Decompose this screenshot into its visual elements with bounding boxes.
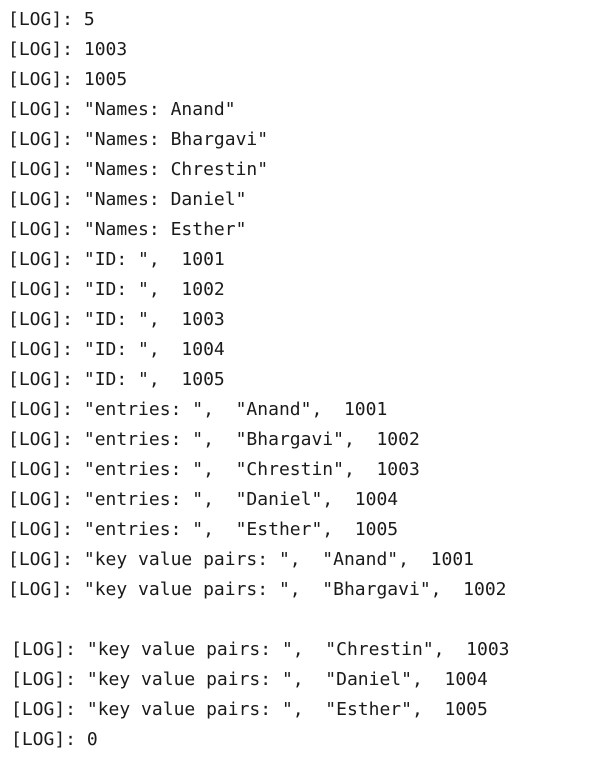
log-message: "entries: ", "Bhargavi", 1002 — [83, 429, 420, 450]
log-prefix: [LOG]: — [8, 399, 74, 420]
log-message: 1005 — [83, 69, 128, 90]
log-message: "key value pairs: ", "Chrestin", 1003 — [86, 639, 510, 660]
log-line: [LOG]: "Names: Anand" — [8, 95, 593, 125]
log-prefix: [LOG]: — [11, 729, 77, 750]
log-line: [LOG]: "key value pairs: ", "Daniel", 10… — [8, 665, 593, 695]
log-line: [LOG]: "ID: ", 1004 — [8, 335, 593, 365]
log-prefix: [LOG]: — [8, 39, 74, 60]
log-line: [LOG]: "entries: ", "Bhargavi", 1002 — [8, 425, 593, 455]
log-prefix: [LOG]: — [8, 309, 74, 330]
log-prefix: [LOG]: — [8, 459, 74, 480]
log-prefix: [LOG]: — [11, 699, 77, 720]
log-message: "ID: ", 1004 — [83, 339, 225, 360]
log-message: 5 — [83, 9, 95, 30]
log-message: "Names: Chrestin" — [83, 159, 269, 180]
log-prefix: [LOG]: — [8, 129, 74, 150]
log-message: "ID: ", 1005 — [83, 369, 225, 390]
log-line: [LOG]: 5 — [8, 5, 593, 35]
log-message: "Names: Anand" — [83, 99, 236, 120]
log-prefix: [LOG]: — [8, 579, 74, 600]
log-line: [LOG]: "key value pairs: ", "Bhargavi", … — [8, 575, 593, 605]
log-prefix: [LOG]: — [11, 669, 77, 690]
log-group-first: [LOG]: 5 [LOG]: 1003 [LOG]: 1005 [LOG]: "Na… — [8, 5, 593, 605]
log-message: "Names: Bhargavi" — [83, 129, 269, 150]
log-message: "ID: ", 1002 — [83, 279, 225, 300]
log-prefix: [LOG]: — [8, 279, 74, 300]
log-prefix: [LOG]: — [8, 159, 74, 180]
log-prefix: [LOG]: — [8, 189, 74, 210]
log-line: [LOG]: "ID: ", 1001 — [8, 245, 593, 275]
log-line: [LOG]: "ID: ", 1005 — [8, 365, 593, 395]
log-group-second: [LOG]: "key value pairs: ", "Chrestin", … — [8, 635, 593, 755]
log-line: [LOG]: 0 — [8, 725, 593, 755]
log-message: "ID: ", 1003 — [83, 309, 225, 330]
log-prefix: [LOG]: — [8, 69, 74, 90]
log-prefix: [LOG]: — [8, 219, 74, 240]
log-prefix: [LOG]: — [8, 99, 74, 120]
log-line: [LOG]: "Names: Chrestin" — [8, 155, 593, 185]
log-message: "entries: ", "Chrestin", 1003 — [83, 459, 420, 480]
log-line: [LOG]: "key value pairs: ", "Anand", 100… — [8, 545, 593, 575]
log-line: [LOG]: "key value pairs: ", "Esther", 10… — [8, 695, 593, 725]
log-message: "ID: ", 1001 — [83, 249, 225, 270]
log-prefix: [LOG]: — [8, 9, 74, 30]
log-line: [LOG]: "entries: ", "Esther", 1005 — [8, 515, 593, 545]
log-message: "entries: ", "Esther", 1005 — [83, 519, 399, 540]
log-message: "Names: Daniel" — [83, 189, 247, 210]
log-line: [LOG]: 1003 — [8, 35, 593, 65]
log-prefix: [LOG]: — [11, 639, 77, 660]
log-message: "key value pairs: ", "Anand", 1001 — [83, 549, 475, 570]
log-message: "entries: ", "Daniel", 1004 — [83, 489, 399, 510]
log-message: "key value pairs: ", "Bhargavi", 1002 — [83, 579, 507, 600]
log-prefix: [LOG]: — [8, 549, 74, 570]
log-line: [LOG]: "entries: ", "Daniel", 1004 — [8, 485, 593, 515]
log-prefix: [LOG]: — [8, 429, 74, 450]
log-line: [LOG]: "Names: Bhargavi" — [8, 125, 593, 155]
console-output: [LOG]: 5 [LOG]: 1003 [LOG]: 1005 [LOG]: "Na… — [8, 5, 593, 755]
log-line: [LOG]: "Names: Daniel" — [8, 185, 593, 215]
log-prefix: [LOG]: — [8, 369, 74, 390]
log-message: "Names: Esther" — [83, 219, 247, 240]
log-line: [LOG]: "Names: Esther" — [8, 215, 593, 245]
log-line: [LOG]: "ID: ", 1003 — [8, 305, 593, 335]
log-prefix: [LOG]: — [8, 489, 74, 510]
log-line: [LOG]: "key value pairs: ", "Chrestin", … — [8, 635, 593, 665]
log-prefix: [LOG]: — [8, 249, 74, 270]
log-line: [LOG]: "ID: ", 1002 — [8, 275, 593, 305]
log-prefix: [LOG]: — [8, 519, 74, 540]
log-message: "entries: ", "Anand", 1001 — [83, 399, 388, 420]
log-message: "key value pairs: ", "Esther", 1005 — [86, 699, 488, 720]
log-prefix: [LOG]: — [8, 339, 74, 360]
log-line: [LOG]: "entries: ", "Chrestin", 1003 — [8, 455, 593, 485]
log-message: 1003 — [83, 39, 128, 60]
log-message: "key value pairs: ", "Daniel", 1004 — [86, 669, 488, 690]
log-message: 0 — [86, 729, 98, 750]
log-line: [LOG]: 1005 — [8, 65, 593, 95]
log-line: [LOG]: "entries: ", "Anand", 1001 — [8, 395, 593, 425]
